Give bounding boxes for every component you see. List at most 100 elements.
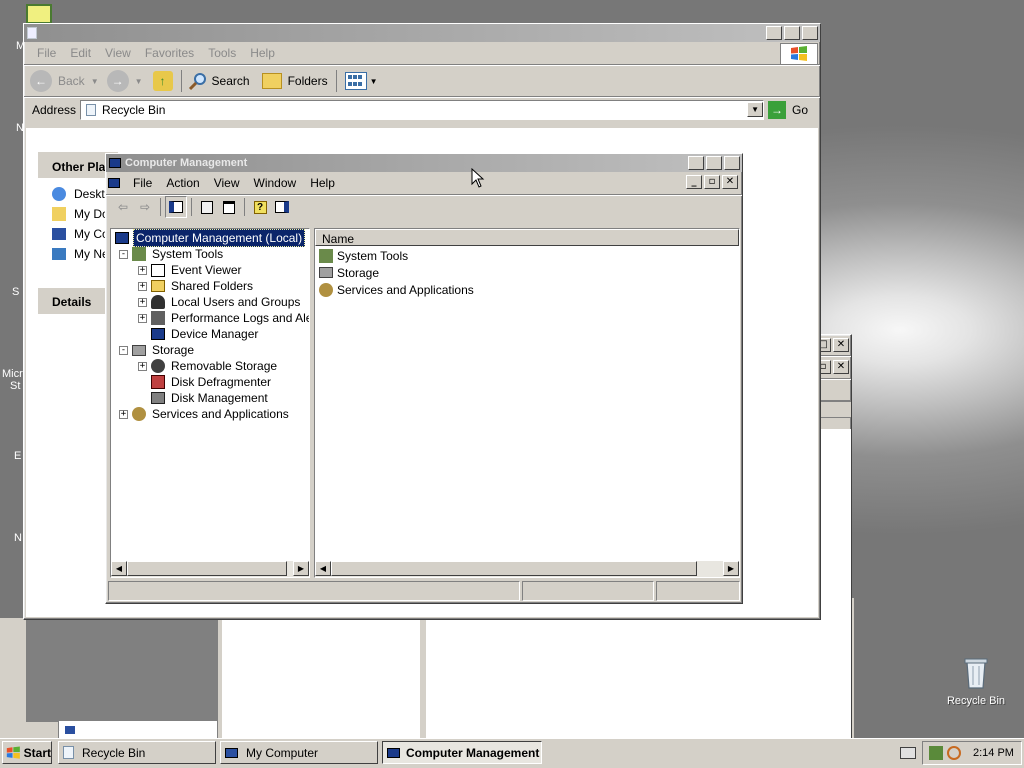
computer-icon: [225, 747, 238, 758]
back-arrow-icon[interactable]: ⇦: [112, 196, 134, 218]
child-close-button[interactable]: ✕: [722, 175, 738, 189]
tree-item-disk-management[interactable]: Disk Management: [151, 390, 268, 406]
menu-help[interactable]: Help: [303, 174, 342, 192]
minimize-button[interactable]: _: [688, 156, 704, 170]
tree-expand-toggle[interactable]: +: [119, 409, 128, 419]
chevron-down-icon[interactable]: ▼: [91, 77, 99, 86]
chevron-down-icon[interactable]: ▼: [370, 77, 378, 86]
menu-view[interactable]: View: [98, 44, 138, 62]
export-list-icon[interactable]: [218, 196, 240, 218]
menu-window[interactable]: Window: [247, 174, 304, 192]
forward-arrow-icon[interactable]: ⇨: [134, 196, 156, 218]
tree-item-device-manager[interactable]: Device Manager: [151, 326, 258, 342]
child-close-button[interactable]: ✕: [833, 360, 849, 374]
explorer-titlebar[interactable]: _ □ ✕: [24, 24, 820, 42]
address-dropdown-button[interactable]: ▼: [747, 102, 764, 117]
menu-edit[interactable]: Edit: [63, 44, 98, 62]
list-item-system-tools[interactable]: System Tools: [319, 247, 408, 264]
folders-button-label[interactable]: Folders: [288, 74, 328, 88]
close-button[interactable]: ✕: [833, 338, 849, 352]
go-arrow-icon[interactable]: →: [768, 101, 787, 119]
menu-view[interactable]: View: [207, 174, 247, 192]
tree-expand-toggle[interactable]: +: [138, 313, 147, 323]
address-label: Address: [32, 103, 77, 117]
tree-item-services-applications[interactable]: + Services and Applications: [119, 406, 289, 422]
menu-action[interactable]: Action: [159, 174, 206, 192]
properties-icon[interactable]: [196, 196, 218, 218]
tree-item-disk-defragmenter[interactable]: Disk Defragmenter: [151, 374, 271, 390]
tree-item-computer-management[interactable]: Computer Management (Local): [115, 229, 306, 247]
show-hide-tree-icon[interactable]: [165, 196, 187, 218]
scroll-right-button[interactable]: ▶: [723, 561, 739, 576]
taskbar-button-computer-management[interactable]: Computer Management: [382, 741, 542, 764]
mmc-titlebar[interactable]: Computer Management _ □ ✕: [106, 154, 742, 172]
tree-item-label: Performance Logs and Alerts: [171, 311, 309, 325]
taskbar-button-recycle-bin[interactable]: Recycle Bin: [58, 741, 216, 764]
column-header-name[interactable]: Name: [315, 229, 739, 246]
menu-help[interactable]: Help: [243, 44, 282, 62]
back-button-label[interactable]: Back: [58, 74, 85, 88]
close-button[interactable]: ✕: [802, 26, 818, 40]
place-my-documents-link[interactable]: My Do: [74, 207, 109, 221]
menu-file[interactable]: File: [126, 174, 159, 192]
tree-item-performance-logs[interactable]: + Performance Logs and Alerts: [138, 310, 309, 326]
help-icon[interactable]: ?: [249, 196, 271, 218]
place-my-network-link[interactable]: My Ne: [74, 247, 109, 261]
menu-favorites[interactable]: Favorites: [138, 44, 201, 62]
child-minimize-button[interactable]: _: [686, 175, 702, 189]
scroll-thumb[interactable]: [331, 561, 697, 576]
tree-expand-toggle[interactable]: +: [138, 361, 147, 371]
go-button-label[interactable]: Go: [792, 103, 808, 117]
tree-expand-toggle[interactable]: +: [138, 297, 147, 307]
taskbar-button-my-computer[interactable]: My Computer: [220, 741, 378, 764]
tree-collapse-toggle[interactable]: -: [119, 249, 128, 259]
list-horizontal-scrollbar[interactable]: ◀ ▶: [315, 561, 739, 577]
child-restore-button[interactable]: ▫: [704, 175, 720, 189]
tree-item-system-tools[interactable]: - System Tools: [119, 246, 223, 262]
folders-icon[interactable]: [261, 73, 282, 89]
network-tray-icon[interactable]: [929, 746, 943, 760]
system-tray: 2:14 PM: [922, 741, 1022, 765]
tree-item-event-viewer[interactable]: + Event Viewer: [138, 262, 241, 278]
tree-item-label: Services and Applications: [152, 407, 289, 421]
back-arrow-icon[interactable]: ←: [30, 70, 52, 92]
tree-collapse-toggle[interactable]: -: [119, 345, 128, 355]
chevron-down-icon[interactable]: ▼: [135, 77, 143, 86]
search-tray-icon[interactable]: [947, 746, 961, 760]
desktop-recycle-bin[interactable]: Recycle Bin: [940, 656, 1012, 712]
maximize-button[interactable]: □: [706, 156, 722, 170]
show-hide-action-pane-icon[interactable]: [271, 196, 293, 218]
menu-tools[interactable]: Tools: [201, 44, 243, 62]
tree-item-shared-folders[interactable]: + Shared Folders: [138, 278, 253, 294]
minimize-button[interactable]: _: [766, 26, 782, 40]
system-tools-icon: [132, 247, 146, 261]
start-button[interactable]: Start: [2, 741, 52, 764]
menu-file[interactable]: File: [30, 44, 63, 62]
tree-item-storage[interactable]: - Storage: [119, 342, 194, 358]
desktop-icon-partial[interactable]: [26, 4, 52, 24]
clock[interactable]: 2:14 PM: [973, 747, 1014, 759]
scroll-thumb[interactable]: [127, 561, 287, 576]
search-button-label[interactable]: Search: [212, 74, 250, 88]
views-icon[interactable]: [344, 72, 367, 90]
keyboard-icon[interactable]: [900, 747, 916, 759]
tree-horizontal-scrollbar[interactable]: ◀ ▶: [111, 561, 309, 577]
scroll-left-button[interactable]: ◀: [315, 561, 331, 576]
up-folder-icon[interactable]: ↑: [152, 71, 173, 91]
place-my-computer-link[interactable]: My Co: [74, 227, 109, 241]
maximize-button[interactable]: □: [784, 26, 800, 40]
list-item-storage[interactable]: Storage: [319, 264, 379, 281]
scroll-right-button[interactable]: ▶: [293, 561, 309, 576]
address-field[interactable]: Recycle Bin ▼: [80, 100, 765, 120]
tree-expand-toggle[interactable]: +: [138, 281, 147, 291]
forward-arrow-icon[interactable]: →: [106, 70, 129, 92]
search-icon[interactable]: [188, 71, 208, 91]
tree-item-removable-storage[interactable]: + Removable Storage: [138, 358, 277, 374]
status-pane: [522, 581, 654, 601]
list-item-services-applications[interactable]: Services and Applications: [319, 281, 474, 298]
tree-expand-toggle[interactable]: +: [138, 265, 147, 275]
scroll-left-button[interactable]: ◀: [111, 561, 127, 576]
close-button[interactable]: ✕: [724, 156, 740, 170]
tree-item-local-users-groups[interactable]: + Local Users and Groups: [138, 294, 300, 310]
computer-icon: [387, 747, 400, 758]
